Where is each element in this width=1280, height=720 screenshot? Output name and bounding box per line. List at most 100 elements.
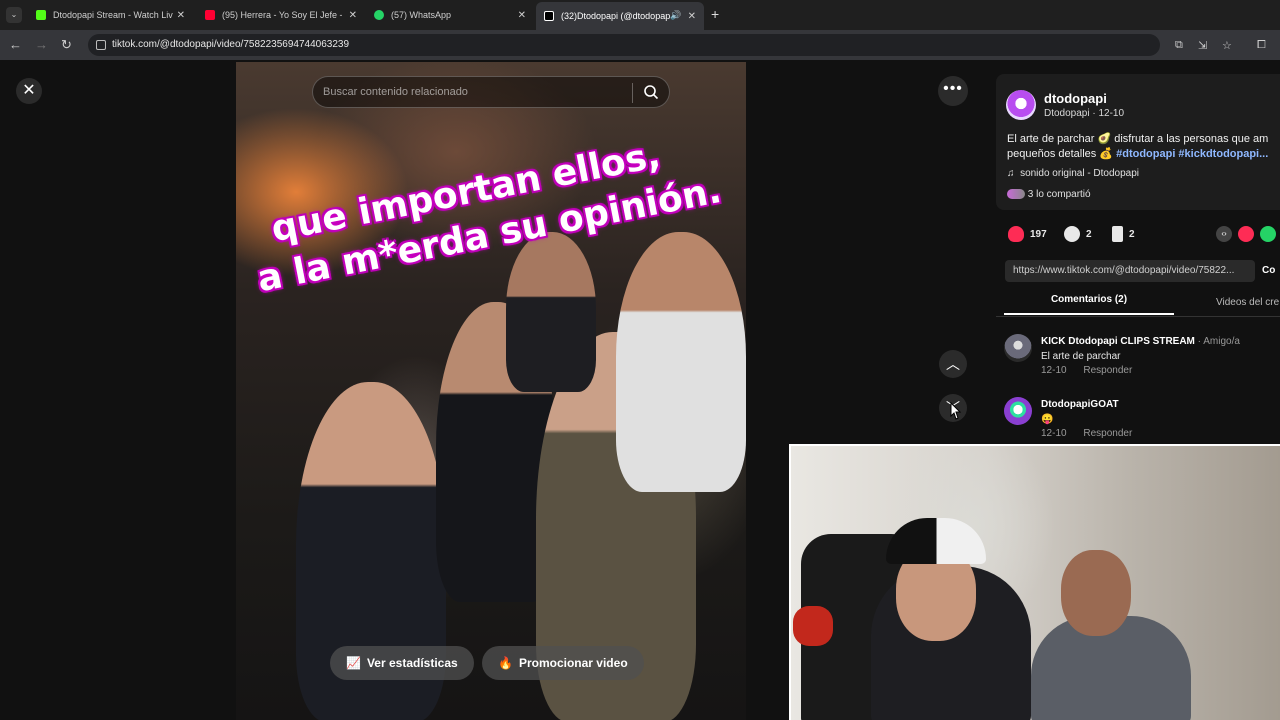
embed-icon[interactable]: ‹›: [1216, 226, 1232, 242]
tab-comments[interactable]: Comentarios (2): [1004, 294, 1174, 315]
comment-text: 😛: [1041, 414, 1054, 425]
back-arrow-icon[interactable]: ←: [9, 37, 22, 52]
save-button[interactable]: 2: [1112, 226, 1135, 242]
tiktok-icon: [544, 11, 554, 21]
guest-face: [1061, 550, 1131, 636]
youtube-icon: [205, 10, 215, 20]
friend-badge: · Amigo/a: [1197, 336, 1240, 347]
post-info-panel: dtodopapi Dtodopapi · 12-10 El arte de p…: [996, 74, 1280, 210]
like-button[interactable]: 197: [1008, 226, 1047, 242]
close-tab-icon[interactable]: ✕: [688, 11, 696, 22]
comment-text: El arte de parchar: [1041, 351, 1121, 362]
tab-divider: [996, 316, 1280, 317]
site-info-icon[interactable]: [96, 40, 106, 50]
browser-tab-bar: ⌄ Dtodopapi Stream - Watch Live ✕ (95) H…: [0, 0, 1280, 30]
author-avatar[interactable]: [1006, 90, 1036, 120]
sound-link[interactable]: ♫ sonido original - Dtodopapi: [1007, 168, 1139, 179]
commenter-avatar[interactable]: [1004, 334, 1032, 362]
tab-list-dropdown-icon[interactable]: ⌄: [6, 7, 22, 23]
new-tab-button[interactable]: +: [711, 6, 719, 22]
related-search-box[interactable]: Buscar contenido relacionado: [312, 76, 670, 108]
forward-arrow-icon[interactable]: →: [35, 37, 48, 52]
reply-button[interactable]: Responder: [1083, 365, 1132, 376]
close-tab-icon[interactable]: ✕: [349, 10, 357, 21]
promote-video-label: Promocionar video: [518, 656, 628, 670]
streamer-cap: [886, 518, 986, 564]
close-icon[interactable]: ✕: [16, 78, 42, 104]
chevron-up-icon[interactable]: ︿: [939, 350, 967, 378]
save-count: 2: [1129, 228, 1135, 240]
tab-kick[interactable]: Dtodopapi Stream - Watch Live ✕: [28, 4, 193, 26]
shared-info: 3 lo compartió: [1007, 189, 1091, 200]
view-stats-label: Ver estadísticas: [366, 656, 458, 670]
heart-icon: [1008, 226, 1024, 242]
whatsapp-icon: [374, 10, 384, 20]
commenter-name[interactable]: KICK Dtodopapi CLIPS STREAM · Amigo/a: [1041, 336, 1240, 347]
tab-whatsapp[interactable]: (57) WhatsApp ✕: [366, 4, 534, 26]
chart-icon: 📈: [346, 656, 361, 670]
browser-toolbar: ← → ↻ tiktok.com/@dtodopapi/video/758223…: [0, 30, 1280, 60]
translate-icon[interactable]: ⧉: [1175, 39, 1183, 52]
copy-link-button[interactable]: Co: [1262, 265, 1275, 276]
post-actions: 197 2 2 ‹›: [1008, 226, 1280, 246]
sound-label: sonido original - Dtodopapi: [1020, 168, 1140, 179]
search-divider: [632, 83, 633, 103]
search-placeholder: Buscar contenido relacionado: [323, 86, 468, 98]
comment-count: 2: [1086, 228, 1092, 240]
install-app-icon[interactable]: ⇲: [1198, 39, 1207, 52]
whatsapp-share-icon[interactable]: [1260, 226, 1276, 242]
video-link-field[interactable]: https://www.tiktok.com/@dtodopapi/video/…: [1005, 260, 1255, 282]
description-text: El arte de parchar 🥑 disfrutar a las per…: [1007, 133, 1269, 145]
flame-icon: 🔥: [498, 656, 513, 670]
tab-title: (95) Herrera - Yo Soy El Jefe - Y: [222, 10, 342, 20]
red-object: [793, 606, 833, 646]
tab-youtube[interactable]: (95) Herrera - Yo Soy El Jefe - Y ✕: [197, 4, 365, 26]
author-name[interactable]: dtodopapi: [1044, 91, 1107, 106]
bookmark-star-icon[interactable]: ☆: [1222, 39, 1232, 52]
author-subtitle: Dtodopapi · 12-10: [1044, 108, 1125, 119]
tab-title: (57) WhatsApp: [391, 10, 452, 20]
tiktok-video-page: ✕ Buscar contenido relacionado que impor…: [0, 60, 1280, 720]
post-description: El arte de parchar 🥑 disfrutar a las per…: [1007, 132, 1280, 162]
comment-item: KICK Dtodopapi CLIPS STREAM · Amigo/a El…: [1004, 334, 1280, 384]
speaker-icon[interactable]: 🔊: [670, 10, 681, 21]
view-stats-button[interactable]: 📈 Ver estadísticas: [330, 646, 474, 680]
comment-date: 12-10: [1041, 365, 1067, 376]
search-icon[interactable]: [643, 84, 659, 100]
tab-title: (32)Dtodopapi (@dtodopap: [561, 11, 671, 21]
more-dots-icon[interactable]: •••: [938, 76, 968, 106]
bookmark-icon: [1112, 226, 1123, 242]
comment-date: 12-10: [1041, 428, 1067, 439]
comment-meta: 12-10 Responder: [1041, 428, 1132, 439]
comment-button[interactable]: 2: [1064, 226, 1092, 242]
address-bar[interactable]: tiktok.com/@dtodopapi/video/758223569474…: [88, 34, 1160, 56]
tab-tiktok[interactable]: (32)Dtodopapi (@dtodopap 🔊 ✕: [536, 2, 704, 30]
url-text[interactable]: tiktok.com/@dtodopapi/video/758223569474…: [112, 39, 349, 50]
mouse-cursor-icon: [950, 402, 962, 420]
commenter-name-text: KICK Dtodopapi CLIPS STREAM: [1041, 336, 1195, 347]
webcam-overlay: [789, 444, 1280, 720]
commenter-name[interactable]: DtodopapiGOAT: [1041, 399, 1119, 410]
close-tab-icon[interactable]: ✕: [518, 10, 526, 21]
video-player[interactable]: [236, 62, 746, 720]
send-icon[interactable]: [1238, 226, 1254, 242]
shared-label: 3 lo compartió: [1027, 189, 1091, 200]
tab-creator-videos[interactable]: Videos del cre: [1216, 297, 1279, 308]
description-text-2: pequeños detalles 💰: [1007, 148, 1117, 160]
comment-meta: 12-10 Responder: [1041, 365, 1132, 376]
video-figure: [506, 232, 596, 392]
shared-avatars-icon: [1007, 189, 1025, 200]
video-figure: [616, 232, 746, 492]
tab-title: Dtodopapi Stream - Watch Live: [53, 10, 173, 20]
reload-icon[interactable]: ↻: [61, 37, 72, 53]
comment-bubble-icon: [1064, 226, 1080, 242]
promote-video-button[interactable]: 🔥 Promocionar video: [482, 646, 644, 680]
commenter-name-text: DtodopapiGOAT: [1041, 399, 1119, 410]
extensions-icon[interactable]: ⧠: [1257, 39, 1266, 52]
reply-button[interactable]: Responder: [1083, 428, 1132, 439]
like-count: 197: [1030, 228, 1047, 240]
close-tab-icon[interactable]: ✕: [177, 10, 185, 21]
hashtags-link[interactable]: #dtodopapi #kickdtodopapi...: [1116, 148, 1268, 160]
commenter-avatar[interactable]: [1004, 397, 1032, 425]
music-note-icon: ♫: [1007, 168, 1015, 179]
